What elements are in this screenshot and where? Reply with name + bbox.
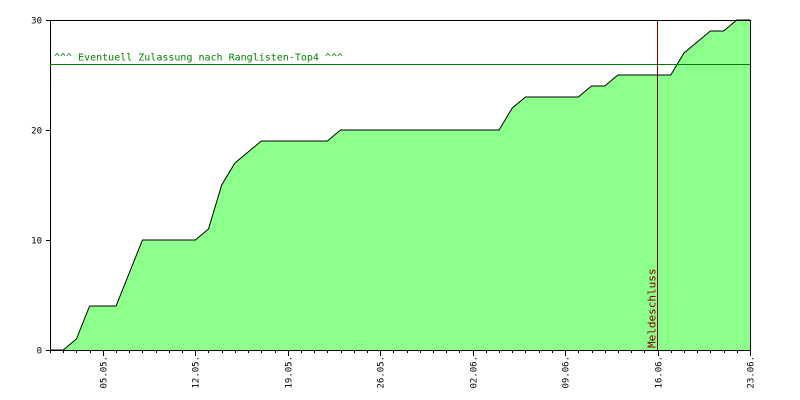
y-tick-label: 20: [31, 127, 42, 137]
x-tick-label: 05.05.: [100, 356, 110, 389]
x-tick-label: 16.06.: [655, 356, 665, 389]
x-tick-label: 12.05.: [192, 356, 202, 389]
x-tick-label: 09.06.: [562, 356, 572, 389]
x-tick-label: 23.06.: [747, 356, 757, 389]
x-tick-label: 02.06.: [470, 356, 480, 389]
x-axis-ticks: 05.05. 12.05. 19.05. 26.05. 02.06. 09.06. 16.0…: [50, 350, 757, 389]
deadline-label: Meldeschluss: [646, 269, 659, 348]
y-tick-label: 30: [31, 17, 42, 27]
y-tick-label: 10: [31, 237, 42, 247]
y-tick-label: 0: [37, 347, 42, 357]
area-chart: 0 10 20 30 05.05. 12.05. 19.05. 26.05. 02.06. 09…: [31, 17, 757, 389]
x-tick-label: 26.05.: [377, 356, 387, 389]
y-axis-ticks: 0 10 20 30: [31, 17, 50, 357]
threshold-label: ^^^ Eventuell Zulassung nach Ranglisten-…: [54, 53, 343, 64]
x-tick-label: 19.05.: [285, 356, 295, 389]
